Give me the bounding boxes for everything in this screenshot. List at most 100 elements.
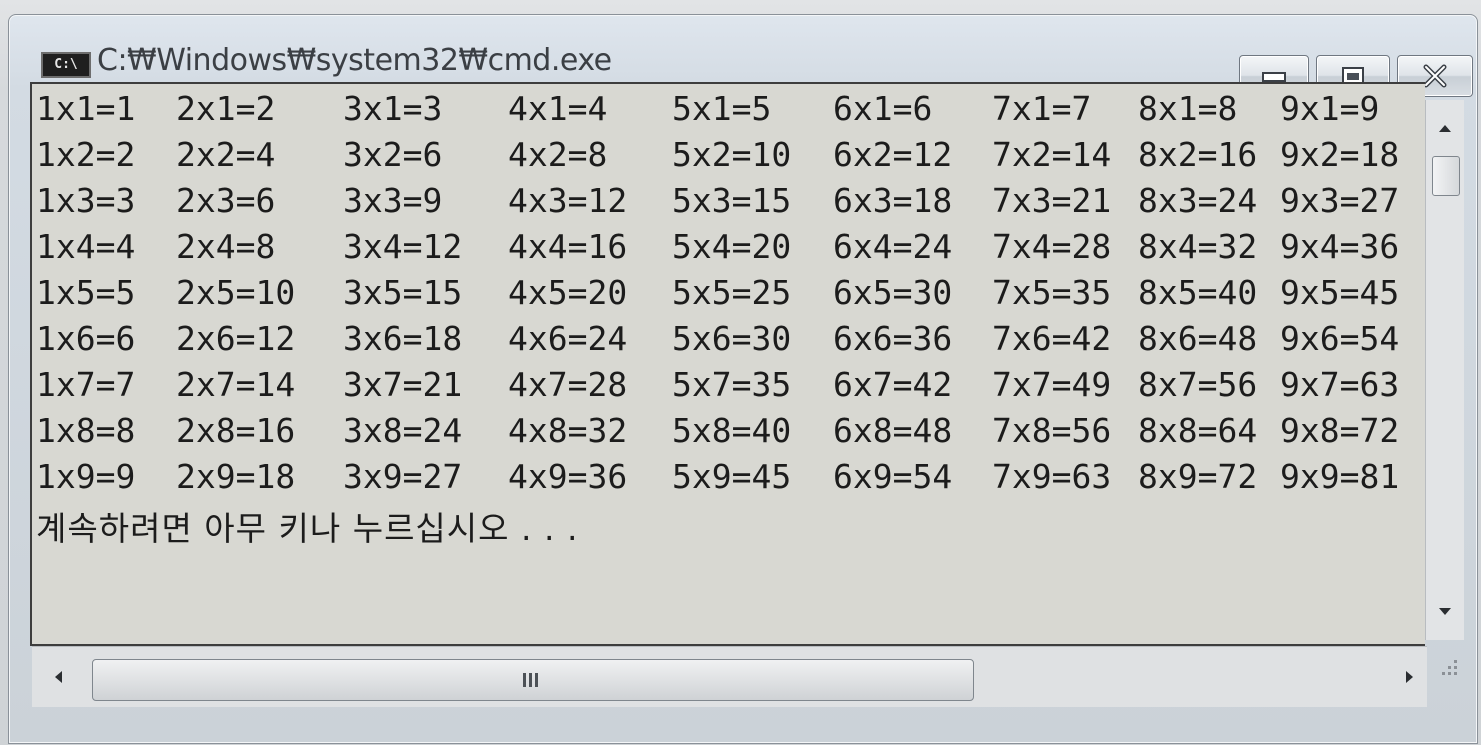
arrow-left-icon [55,671,62,683]
arrow-down-icon [1439,608,1451,615]
table-cell: 5x4=20 [672,227,792,266]
table-cell: 4x1=4 [508,89,608,128]
table-cell: 9x8=72 [1280,411,1400,450]
scroll-left-button[interactable] [40,659,76,695]
console-line: 1x6=6 2x6=12 3x6=18 4x6=24 5x6=30 6x6=36 7x6=4… [36,316,1420,362]
table-cell: 4x6=24 [508,319,628,358]
arrow-right-icon [1406,671,1413,683]
scroll-up-button[interactable] [1426,110,1464,146]
table-cell: 3x2=6 [343,135,443,174]
table-cell: 1x7=7 [36,365,136,404]
table-cell: 2x6=12 [176,319,296,358]
table-cell: 5x9=45 [672,457,792,496]
table-cell: 8x3=24 [1138,181,1258,220]
console-output[interactable]: 1x1=1 2x1=2 3x1=3 4x1=4 5x1=5 6x1=6 7x1=7 8x1=8… [30,82,1425,646]
table-cell: 2x7=14 [176,365,296,404]
table-cell: 8x7=56 [1138,365,1258,404]
table-cell: 4x3=12 [508,181,628,220]
table-cell: 7x4=28 [992,227,1112,266]
console-line: 1x1=1 2x1=2 3x1=3 4x1=4 5x1=5 6x1=6 7x1=7 8x1=8… [36,86,1420,132]
table-cell: 5x2=10 [672,135,792,174]
console-line: 1x5=5 2x5=10 3x5=15 4x5=20 5x5=25 6x5=30 7x5=3… [36,270,1420,316]
table-cell: 8x4=32 [1138,227,1258,266]
table-cell: 5x6=30 [672,319,792,358]
table-cell: 8x9=72 [1138,457,1258,496]
vertical-scroll-thumb[interactable] [1432,156,1460,196]
table-cell: 3x8=24 [343,411,463,450]
table-cell: 6x9=54 [833,457,953,496]
table-cell: 3x5=15 [343,273,463,312]
table-cell: 5x8=40 [672,411,792,450]
table-cell: 1x8=8 [36,411,136,450]
table-cell: 2x4=8 [176,227,276,266]
screen: C:\ C:₩Windows₩system32₩cmd.exe 1x1=1 2x… [0,0,1481,745]
table-cell: 8x8=64 [1138,411,1258,450]
table-cell: 4x5=20 [508,273,628,312]
table-cell: 7x2=14 [992,135,1112,174]
table-cell: 6x6=36 [833,319,953,358]
table-cell: 2x9=18 [176,457,296,496]
table-cell: 1x4=4 [36,227,136,266]
table-cell: 9x1=9 [1280,89,1380,128]
table-cell: 2x8=16 [176,411,296,450]
table-cell: 1x2=2 [36,135,136,174]
table-cell: 9x7=63 [1280,365,1400,404]
multiplication-table: 1x1=1 2x1=2 3x1=3 4x1=4 5x1=5 6x1=6 7x1=7 8x1=8… [36,86,1420,500]
table-cell: 3x9=27 [343,457,463,496]
table-cell: 8x6=48 [1138,319,1258,358]
console-line: 1x9=9 2x9=18 3x9=27 4x9=36 5x9=45 6x9=54 7x9=6… [36,454,1420,500]
table-cell: 2x2=4 [176,135,276,174]
table-cell: 5x1=5 [672,89,772,128]
vertical-scrollbar[interactable] [1425,100,1464,640]
table-cell: 6x4=24 [833,227,953,266]
console-line: 1x7=7 2x7=14 3x7=21 4x7=28 5x7=35 6x7=42 7x7=4… [36,362,1420,408]
cmd-app-icon[interactable]: C:\ [41,52,91,78]
table-cell: 4x7=28 [508,365,628,404]
table-cell: 7x6=42 [992,319,1112,358]
table-cell: 6x7=42 [833,365,953,404]
table-cell: 5x3=15 [672,181,792,220]
table-cell: 3x6=18 [343,319,463,358]
console-line: 1x2=2 2x2=4 3x2=6 4x2=8 5x2=10 6x2=12 7x2=14 8x… [36,132,1420,178]
table-cell: 8x1=8 [1138,89,1238,128]
table-cell: 2x5=10 [176,273,296,312]
table-cell: 3x4=12 [343,227,463,266]
table-cell: 7x1=7 [992,89,1092,128]
horizontal-scrollbar[interactable] [32,646,1427,707]
grip-icon [523,673,543,687]
close-icon [1423,64,1447,88]
press-any-key-prompt: 계속하려면 아무 키나 누르십시오 . . . [36,509,579,548]
console-line: 1x3=3 2x3=6 3x3=9 4x3=12 5x3=15 6x3=18 7x3=21 8… [36,178,1420,224]
table-cell: 9x4=36 [1280,227,1400,266]
table-cell: 9x2=18 [1280,135,1400,174]
resize-grip-icon[interactable] [1428,650,1462,684]
table-cell: 8x2=16 [1138,135,1258,174]
table-cell: 9x9=81 [1280,457,1400,496]
window-title: C:₩Windows₩system32₩cmd.exe [97,43,612,78]
table-cell: 7x9=63 [992,457,1112,496]
table-cell: 6x8=48 [833,411,953,450]
horizontal-scroll-thumb[interactable] [92,659,974,701]
arrow-up-icon [1439,125,1451,132]
console-line: 1x4=4 2x4=8 3x4=12 4x4=16 5x4=20 6x4=24 7x4=28… [36,224,1420,270]
table-cell: 5x5=25 [672,273,792,312]
table-cell: 7x7=49 [992,365,1112,404]
table-cell: 1x6=6 [36,319,136,358]
scroll-down-button[interactable] [1426,594,1464,630]
table-cell: 4x8=32 [508,411,628,450]
table-cell: 7x8=56 [992,411,1112,450]
table-cell: 6x2=12 [833,135,953,174]
table-cell: 2x1=2 [176,89,276,128]
table-cell: 6x1=6 [833,89,933,128]
table-cell: 1x5=5 [36,273,136,312]
table-cell: 6x3=18 [833,181,953,220]
table-cell: 9x5=45 [1280,273,1400,312]
table-cell: 1x3=3 [36,181,136,220]
scroll-right-button[interactable] [1392,659,1428,695]
minimize-icon [1262,72,1286,82]
table-cell: 1x1=1 [36,89,136,128]
table-cell: 4x4=16 [508,227,628,266]
table-cell: 3x3=9 [343,181,443,220]
table-cell: 7x5=35 [992,273,1112,312]
table-cell: 1x9=9 [36,457,136,496]
